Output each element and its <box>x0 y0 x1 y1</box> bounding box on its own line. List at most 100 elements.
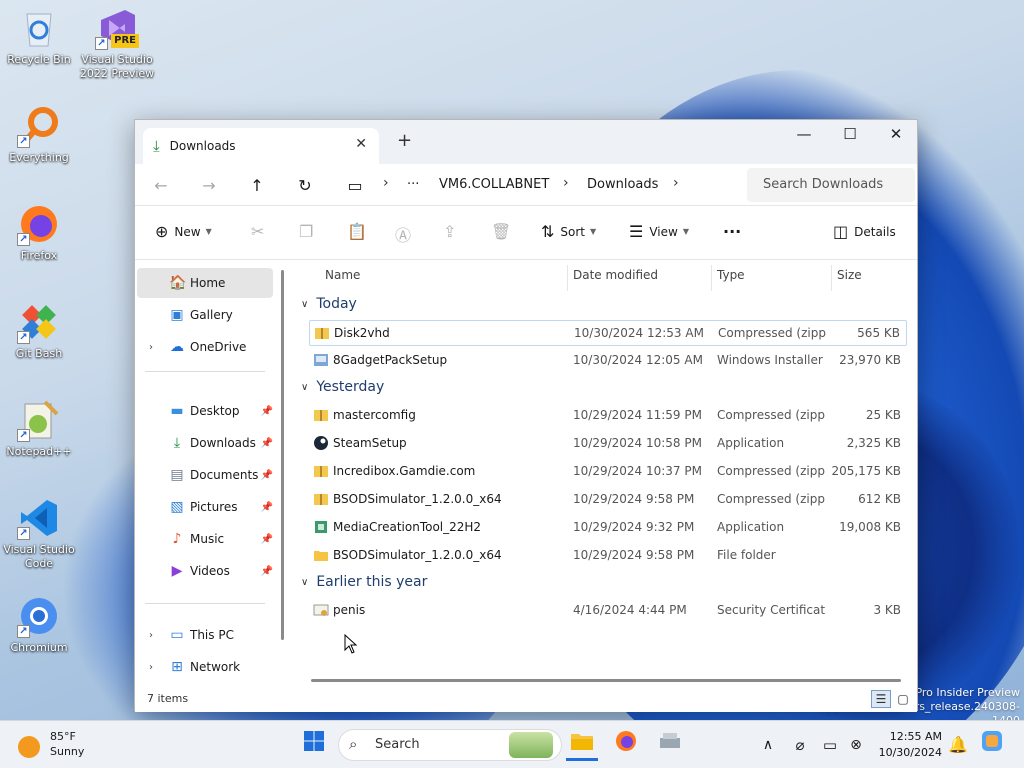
desktop-icon-visual-studio-2022[interactable]: PRE ↗ Visual Studio 2022 Preview <box>78 6 156 81</box>
zip-folder-icon <box>313 407 329 423</box>
plus-circle-icon: ⊕ <box>155 222 169 241</box>
desktop-icon-git-bash[interactable]: ↗ Git Bash <box>0 300 78 361</box>
minimize-button[interactable]: — <box>781 120 827 152</box>
file-row[interactable]: BSODSimulator_1.2.0.0_x64 10/29/2024 9:5… <box>309 543 907 569</box>
chevron-right-icon[interactable]: › <box>149 630 153 641</box>
firefox-icon <box>616 731 636 751</box>
tiles-view-icon[interactable]: ▢ <box>893 690 913 708</box>
cut-button[interactable]: ✂ <box>251 222 270 241</box>
nav-item-desktop[interactable]: ▬ Desktop 📌 <box>137 396 273 426</box>
nav-item-downloads[interactable]: ⤓ Downloads 📌 <box>137 428 273 458</box>
file-row[interactable]: Incredibox.Gamdie.com 10/29/2024 10:37 P… <box>309 459 907 485</box>
details-view-icon[interactable]: ☰ <box>871 690 891 708</box>
nav-item-this-pc[interactable]: › ▭ This PC <box>137 620 273 650</box>
new-button[interactable]: ⊕ New ▼ <box>155 222 212 241</box>
close-button[interactable]: ✕ <box>873 120 919 152</box>
breadcrumb-more[interactable]: ··· <box>407 177 419 192</box>
desktop-icon-label: Visual Studio <box>81 53 153 66</box>
close-tab-icon[interactable]: ✕ <box>355 136 367 152</box>
zip-folder-icon <box>314 325 330 341</box>
nav-item-onedrive[interactable]: › ☁ OneDrive <box>137 332 273 362</box>
visual-studio-icon: PRE ↗ <box>95 6 139 50</box>
column-header-name[interactable]: Name <box>325 268 360 282</box>
nav-item-home[interactable]: 🏠 Home <box>137 268 273 298</box>
taskbar-firefox[interactable] <box>610 729 642 761</box>
desktop-icon-recycle-bin[interactable]: Recycle Bin <box>0 6 78 67</box>
taskbar-search[interactable]: ⌕ Search <box>338 729 562 761</box>
nav-item-gallery[interactable]: ▣ Gallery <box>137 300 273 330</box>
column-divider[interactable] <box>831 265 832 291</box>
chevron-down-icon: ∨ <box>301 576 309 588</box>
pin-icon[interactable]: 📌 <box>261 502 273 513</box>
navigation-pane: 🏠 Home ▣ Gallery › ☁ OneDrive ▬ Desktop … <box>135 261 285 686</box>
chevron-right-icon[interactable]: › <box>149 342 153 353</box>
desktop-icon-firefox[interactable]: ↗ Firefox <box>0 202 78 263</box>
new-tab-button[interactable]: + <box>397 130 412 151</box>
rename-button[interactable]: Ⓐ <box>395 222 417 246</box>
weather-widget[interactable]: 85°F Sunny <box>18 729 84 759</box>
column-divider[interactable] <box>711 265 712 291</box>
pin-icon[interactable]: 📌 <box>261 438 273 449</box>
nav-item-pictures[interactable]: ▧ Pictures 📌 <box>137 492 273 522</box>
desktop-icon-chromium[interactable]: ↗ Chromium <box>0 594 78 655</box>
refresh-icon[interactable]: ↻ <box>291 172 319 200</box>
pin-icon[interactable]: 📌 <box>261 406 273 417</box>
nav-item-network[interactable]: › ⊞ Network <box>137 652 273 682</box>
file-row[interactable]: SteamSetup 10/29/2024 10:58 PM Applicati… <box>309 431 907 457</box>
start-button[interactable] <box>298 729 330 761</box>
horizontal-scrollbar[interactable] <box>311 679 901 682</box>
group-header-today[interactable]: ∨ Today <box>301 296 357 312</box>
notification-bell-icon[interactable]: 🔔 <box>942 729 974 761</box>
copy-button[interactable]: ❐ <box>299 222 319 241</box>
column-header-size[interactable]: Size <box>837 268 862 282</box>
paste-button[interactable]: 📋 <box>347 222 373 241</box>
file-row[interactable]: mastercomfig 10/29/2024 11:59 PM Compres… <box>309 403 907 429</box>
desktop-icon-label: Everything <box>9 151 69 164</box>
copilot-icon[interactable] <box>976 729 1008 761</box>
chevron-right-icon[interactable]: › <box>149 662 153 673</box>
pin-icon[interactable]: 📌 <box>261 566 273 577</box>
back-arrow-icon[interactable]: ← <box>147 172 175 200</box>
tab-downloads[interactable]: ⤓ Downloads ✕ <box>143 128 379 164</box>
taskbar-file-explorer[interactable] <box>566 729 598 761</box>
desktop-icon-everything[interactable]: ↗ Everything <box>0 104 78 165</box>
delete-button[interactable]: 🗑 <box>491 222 517 241</box>
column-header-type[interactable]: Type <box>717 268 745 282</box>
pin-icon[interactable]: 📌 <box>261 534 273 545</box>
breadcrumb-vm6[interactable]: VM6.COLLABNET <box>439 177 549 192</box>
up-arrow-icon[interactable]: ↑ <box>243 172 271 200</box>
desktop-icon-vscode[interactable]: ↗ Visual Studio Code <box>0 496 78 571</box>
pin-icon[interactable]: 📌 <box>261 470 273 481</box>
group-header-earlier-this-year[interactable]: ∨ Earlier this year <box>301 574 427 590</box>
sort-button[interactable]: ⇅ Sort ▼ <box>541 222 596 241</box>
view-button[interactable]: ☰ View ▼ <box>629 222 689 241</box>
network-status-icon[interactable]: ⌀ <box>784 729 816 761</box>
everything-magnifier-icon: ↗ <box>17 104 61 148</box>
nav-item-videos[interactable]: ▶ Videos 📌 <box>137 556 273 586</box>
nav-scrollbar[interactable] <box>281 270 284 640</box>
system-clock[interactable]: 12:55 AM 10/30/2024 <box>874 729 942 761</box>
show-hidden-icons-chevron-icon[interactable]: ∧ <box>752 729 784 761</box>
desktop-icon-notepad-plus-plus[interactable]: ↗ Notepad++ <box>0 398 78 459</box>
maximize-button[interactable]: ☐ <box>827 120 873 152</box>
file-row[interactable]: 8GadgetPackSetup 10/30/2024 12:05 AM Win… <box>309 348 907 374</box>
nav-item-music[interactable]: ♪ Music 📌 <box>137 524 273 554</box>
monitor-icon[interactable]: ▭ <box>341 172 369 200</box>
details-pane-button[interactable]: ◫ Details <box>833 222 896 241</box>
more-options-button[interactable]: ··· <box>723 222 741 241</box>
file-row[interactable]: MediaCreationTool_22H2 10/29/2024 9:32 P… <box>309 515 907 541</box>
nav-item-documents[interactable]: ▤ Documents 📌 <box>137 460 273 490</box>
forward-arrow-icon[interactable]: → <box>195 172 223 200</box>
group-header-yesterday[interactable]: ∨ Yesterday <box>301 379 384 395</box>
file-row[interactable]: Disk2vhd 10/30/2024 12:53 AM Compressed … <box>309 320 907 346</box>
column-header-date[interactable]: Date modified <box>573 268 658 282</box>
column-divider[interactable] <box>567 265 568 291</box>
file-row[interactable]: BSODSimulator_1.2.0.0_x64 10/29/2024 9:5… <box>309 487 907 513</box>
volume-muted-icon[interactable]: ⊗ <box>840 729 872 761</box>
share-button[interactable]: ⇪ <box>443 222 462 241</box>
file-row[interactable]: penis 4/16/2024 4:44 PM Security Certifi… <box>309 598 907 624</box>
taskbar-disk-tool[interactable] <box>654 729 686 761</box>
chromium-icon: ↗ <box>17 594 61 638</box>
breadcrumb-downloads[interactable]: Downloads <box>587 177 658 192</box>
search-input[interactable]: Search Downloads <box>747 168 915 202</box>
